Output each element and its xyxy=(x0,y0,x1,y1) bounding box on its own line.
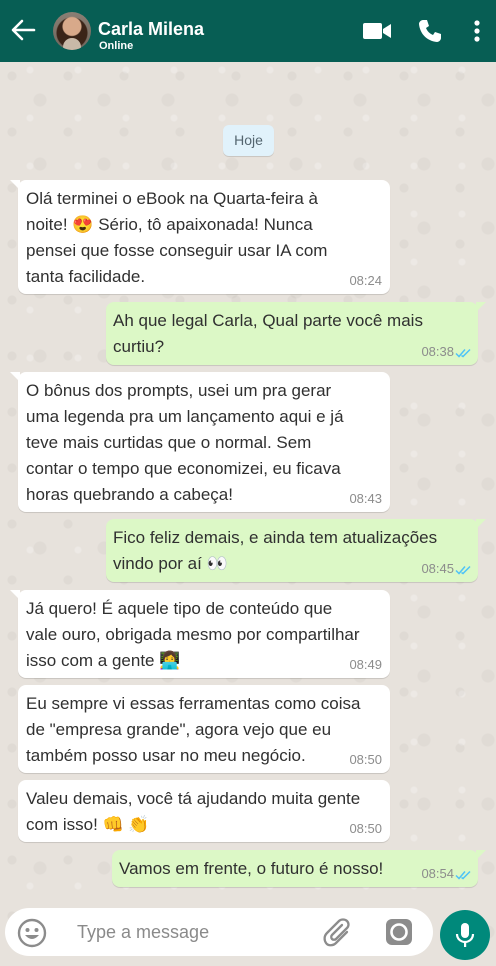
message-line: horas quebrando a cabeça! xyxy=(26,485,233,504)
message-line: Vamos em frente, o futuro é nosso! xyxy=(119,859,384,878)
chat-header: Carla Milena Online xyxy=(0,0,496,62)
message-line: com isso! 👊 👏 xyxy=(26,815,150,834)
message-line: isso com a gente 👩‍💻 xyxy=(26,651,181,670)
message-line: Já quero! É aquele tipo de conteúdo que xyxy=(26,599,333,618)
paperclip-icon[interactable] xyxy=(319,918,353,948)
message-line: Fico feliz demais, e ainda tem atualizaç… xyxy=(113,528,438,547)
message-time: 08:50 xyxy=(349,752,382,767)
double-check-read-icon xyxy=(455,870,471,880)
message-line: noite! 😍 Sério, tô apaixonada! Nunca xyxy=(26,215,313,234)
message-bubble-outgoing[interactable]: Vamos em frente, o futuro é nosso! 08:54 xyxy=(112,850,486,887)
message-bubble-incoming[interactable]: Olá terminei o eBook na Quarta-feira à n… xyxy=(10,180,390,294)
message-time: 08:50 xyxy=(349,821,382,836)
message-line: pensei que fosse conseguir usar IA com xyxy=(26,241,328,260)
emoji-icon[interactable] xyxy=(17,918,47,948)
message-time: 08:38 xyxy=(421,344,454,359)
message-line: Eu sempre vi essas ferramentas como cois… xyxy=(26,694,361,713)
avatar[interactable] xyxy=(53,12,91,50)
message-line: também posso usar no meu negócio. xyxy=(26,746,306,765)
contact-name[interactable]: Carla Milena xyxy=(98,19,204,40)
message-composer xyxy=(5,908,433,956)
camera-icon[interactable] xyxy=(383,916,415,948)
message-bubble-outgoing[interactable]: Ah que legal Carla, Qual parte você mais… xyxy=(106,302,486,365)
mic-icon xyxy=(455,923,475,947)
message-time: 08:54 xyxy=(421,866,454,881)
message-time: 08:43 xyxy=(349,491,382,506)
message-line: Olá terminei o eBook na Quarta-feira à xyxy=(26,189,318,208)
message-bubble-outgoing[interactable]: Fico feliz demais, e ainda tem atualizaç… xyxy=(106,519,486,582)
message-time: 08:24 xyxy=(349,273,382,288)
bubble-tail xyxy=(10,590,20,600)
message-line: teve mais curtidas que o normal. Sem xyxy=(26,433,312,452)
message-line: vale ouro, obrigada mesmo por compartilh… xyxy=(26,625,360,644)
contact-status: Online xyxy=(99,40,134,52)
message-line: de "empresa grande", agora vejo que eu xyxy=(26,720,332,739)
message-bubble-incoming[interactable]: Já quero! É aquele tipo de conteúdo que … xyxy=(10,590,390,678)
bubble-tail xyxy=(10,180,20,190)
date-chip: Hoje xyxy=(223,125,274,156)
message-line: contar o tempo que economizei, eu ficava xyxy=(26,459,341,478)
message-line: uma legenda pra um lançamento aqui e já xyxy=(26,407,344,426)
double-check-read-icon xyxy=(455,348,471,358)
message-bubble-incoming[interactable]: Valeu demais, você tá ajudando muita gen… xyxy=(18,780,390,842)
message-line: tanta facilidade. xyxy=(26,267,146,286)
phone-icon[interactable] xyxy=(417,18,443,44)
bubble-tail xyxy=(476,519,486,529)
message-time: 08:49 xyxy=(349,657,382,672)
bubble-tail xyxy=(476,302,486,312)
arrow-back-icon[interactable] xyxy=(8,15,38,45)
message-line: O bônus dos prompts, usei um pra gerar xyxy=(26,381,332,400)
message-line: Valeu demais, você tá ajudando muita gen… xyxy=(26,789,361,808)
bubble-tail xyxy=(10,372,20,382)
message-line: curtiu? xyxy=(113,337,165,356)
more-vert-icon[interactable] xyxy=(470,18,484,44)
message-bubble-incoming[interactable]: O bônus dos prompts, usei um pra gerar u… xyxy=(10,372,390,512)
bubble-tail xyxy=(476,850,486,860)
message-line: Ah que legal Carla, Qual parte você mais xyxy=(113,311,423,330)
double-check-read-icon xyxy=(455,565,471,575)
mic-button[interactable] xyxy=(440,910,490,960)
message-line: vindo por aí 👀 xyxy=(113,554,228,573)
message-time: 08:45 xyxy=(421,561,454,576)
message-input[interactable] xyxy=(71,918,313,946)
message-bubble-incoming[interactable]: Eu sempre vi essas ferramentas como cois… xyxy=(18,685,390,773)
video-call-icon[interactable] xyxy=(362,18,392,44)
